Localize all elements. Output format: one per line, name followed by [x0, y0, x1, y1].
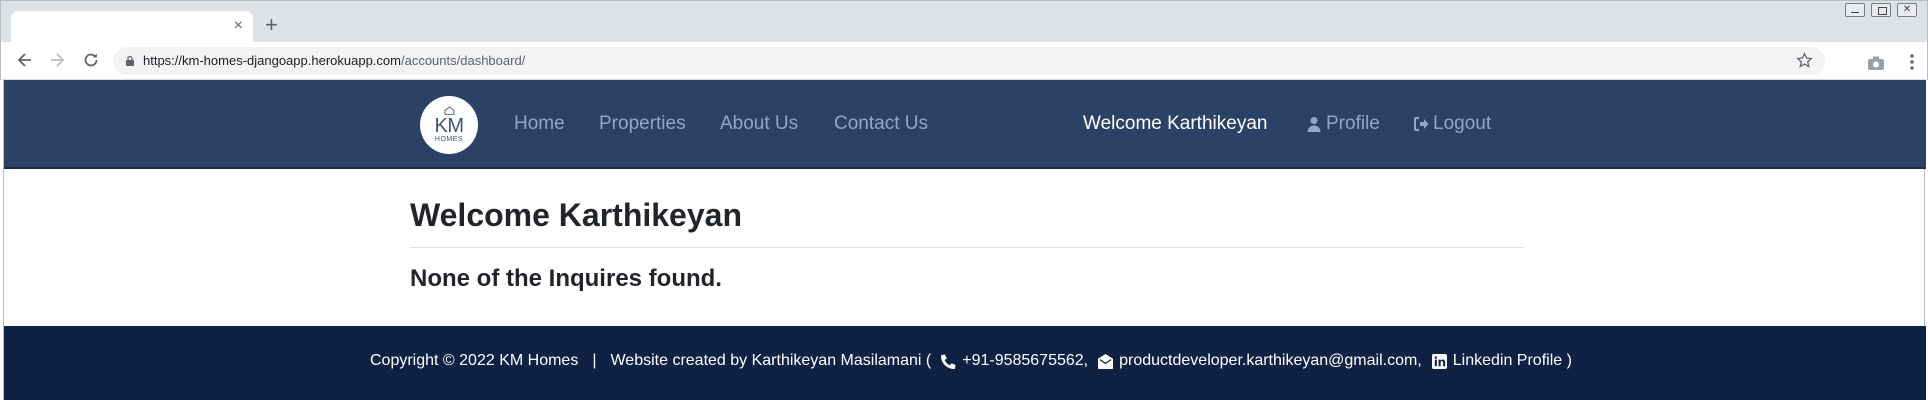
footer-phone[interactable]: +91-9585675562, — [962, 352, 1088, 370]
web-page: KM HOMES Home Properties About Us Contac… — [3, 80, 1926, 400]
browser-tab[interactable]: × — [11, 11, 253, 43]
tab-close-icon[interactable]: × — [234, 17, 243, 35]
browser-tab-strip: × + ✕ — [0, 0, 1928, 43]
linkedin-icon — [1431, 353, 1447, 369]
url-domain: https://km-homes-djangoapp.herokuapp.com — [143, 53, 401, 68]
nav-contact-link[interactable]: Contact Us — [834, 113, 928, 135]
envelope-icon — [1098, 353, 1114, 369]
close-window-icon[interactable]: ✕ — [1897, 3, 1917, 17]
back-arrow-icon[interactable] — [15, 50, 35, 70]
restore-window-icon[interactable] — [1871, 3, 1891, 17]
footer-text: Copyright © 2022 KM Homes | Website crea… — [370, 352, 1572, 370]
nav-logout-label: Logout — [1433, 113, 1492, 134]
forward-arrow-icon[interactable] — [47, 50, 67, 70]
site-navbar: KM HOMES Home Properties About Us Contac… — [4, 80, 1926, 169]
camera-icon[interactable] — [1867, 55, 1885, 71]
browser-toolbar: https://km-homes-djangoapp.herokuapp.com… — [0, 42, 1928, 80]
url-text[interactable]: https://km-homes-djangoapp.herokuapp.com… — [143, 53, 525, 68]
nav-properties-link[interactable]: Properties — [599, 113, 686, 135]
reload-icon[interactable] — [81, 50, 101, 70]
logo-subtext: HOMES — [434, 136, 464, 143]
logo-text: KM — [434, 115, 465, 137]
nav-home-link[interactable]: Home — [514, 113, 565, 135]
site-logo[interactable]: KM HOMES — [420, 96, 478, 154]
lock-icon — [126, 55, 134, 66]
address-bar[interactable]: https://km-homes-djangoapp.herokuapp.com… — [113, 47, 1825, 75]
footer-created-by: Website created by Karthikeyan Masilaman… — [610, 352, 932, 369]
nav-profile-link[interactable]: Profile — [1306, 113, 1380, 135]
window-controls: ✕ — [1845, 3, 1917, 17]
minimize-window-icon[interactable] — [1845, 3, 1865, 17]
inquiries-empty-message: None of the Inquires found. — [410, 265, 722, 292]
house-icon — [444, 106, 455, 115]
phone-icon — [941, 353, 956, 369]
user-icon — [1307, 117, 1321, 132]
nav-profile-label: Profile — [1326, 113, 1380, 134]
star-icon[interactable] — [1796, 52, 1813, 69]
footer-copyright: Copyright © 2022 KM Homes — [370, 352, 579, 369]
sign-out-icon — [1414, 117, 1429, 131]
menu-dots-icon[interactable] — [1909, 53, 1915, 71]
nav-welcome-user[interactable]: Welcome Karthikeyan — [1083, 113, 1267, 135]
url-path: /accounts/dashboard/ — [400, 53, 526, 68]
site-footer: Copyright © 2022 KM Homes | Website crea… — [4, 326, 1926, 400]
title-divider — [410, 247, 1524, 248]
footer-linkedin-link[interactable]: Linkedin Profile ) — [1453, 352, 1572, 370]
nav-about-link[interactable]: About Us — [720, 113, 798, 135]
page-title: Welcome Karthikeyan — [410, 197, 742, 233]
footer-separator: | — [592, 352, 597, 369]
new-tab-plus-icon[interactable]: + — [265, 14, 278, 36]
nav-logout-link[interactable]: Logout — [1413, 113, 1491, 135]
footer-email[interactable]: productdeveloper.karthikeyan@gmail.com, — [1119, 352, 1422, 370]
